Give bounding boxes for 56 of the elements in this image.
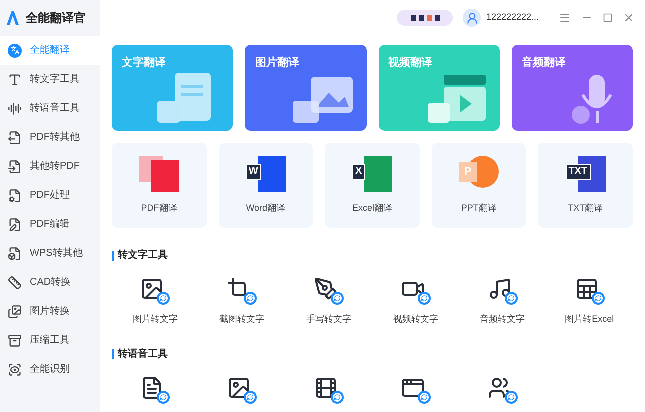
document-card[interactable]: PDF翻译 <box>112 143 207 228</box>
translate-icon <box>8 44 22 58</box>
tool-icon <box>227 376 258 404</box>
document-card[interactable]: W Word翻译 <box>218 143 314 228</box>
sidebar-item[interactable]: PDF处理 <box>0 181 100 210</box>
maximize-icon[interactable] <box>603 13 613 23</box>
sidebar-item[interactable]: PDF转其他 <box>0 123 100 152</box>
avatar-icon[interactable] <box>463 9 482 27</box>
section-heading: 转语音工具 <box>118 347 168 362</box>
sidebar-item[interactable]: 转语音工具 <box>0 94 100 123</box>
app-title: 全能翻译官 <box>26 10 86 27</box>
tool-icon <box>314 376 344 404</box>
vip-badge[interactable] <box>397 10 454 26</box>
sidebar-item[interactable]: WPS转其他 <box>0 239 100 268</box>
sidebar-icon <box>8 102 22 116</box>
tool-icon <box>140 376 170 404</box>
sidebar-icon <box>8 304 22 318</box>
sidebar-item[interactable]: CAD转换 <box>0 268 100 297</box>
sidebar-item[interactable]: 压缩工具 <box>0 326 100 355</box>
pdf-file-icon <box>139 156 180 192</box>
sidebar-icon <box>8 362 22 376</box>
sidebar-icon <box>8 246 22 260</box>
tool-icon <box>488 277 518 305</box>
user-name[interactable]: 122222222... <box>486 11 539 25</box>
document-card[interactable]: TXT TXT翻译 <box>538 143 633 228</box>
sidebar-item[interactable]: 图片转换 <box>0 297 100 326</box>
sidebar-icon <box>8 276 22 290</box>
tool-icon <box>488 376 518 404</box>
sidebar-icon <box>8 188 22 202</box>
tool-icon <box>227 277 258 305</box>
sidebar-item[interactable]: 其他转PDF <box>0 152 100 181</box>
sidebar-item[interactable]: PDF编辑 <box>0 210 100 239</box>
sidebar-icon <box>8 218 22 232</box>
sidebar-icon <box>8 130 22 144</box>
app-logo-icon <box>6 10 20 26</box>
sidebar-icon <box>8 72 22 86</box>
tool-icon <box>314 277 344 305</box>
document-card[interactable]: P PPT翻译 <box>432 143 526 228</box>
tool-item[interactable]: 手写转文字 <box>286 277 372 326</box>
tool-item[interactable]: 图片转文字 <box>112 277 199 326</box>
section-heading: 转文字工具 <box>118 248 168 263</box>
sidebar-item[interactable]: 全能识别 <box>0 355 100 384</box>
feature-card[interactable]: 音频翻译 <box>512 45 633 131</box>
tool-item[interactable]: 图片转Excel <box>546 277 633 326</box>
close-icon[interactable] <box>623 12 635 24</box>
sidebar-icon <box>8 160 22 174</box>
tool-icon <box>574 277 605 305</box>
menu-icon[interactable] <box>559 12 571 24</box>
sidebar-icon <box>8 334 22 348</box>
tool-item[interactable]: 视频转文字 <box>372 277 460 326</box>
tool-item[interactable]: 音频转文字 <box>459 277 546 326</box>
tool-item[interactable]: 截图转文字 <box>198 277 286 326</box>
document-card[interactable]: X Excel翻译 <box>325 143 420 228</box>
tool-icon <box>140 277 170 305</box>
sidebar-item[interactable]: 转文字工具 <box>0 65 100 94</box>
feature-card[interactable]: 图片翻译 <box>245 45 366 131</box>
